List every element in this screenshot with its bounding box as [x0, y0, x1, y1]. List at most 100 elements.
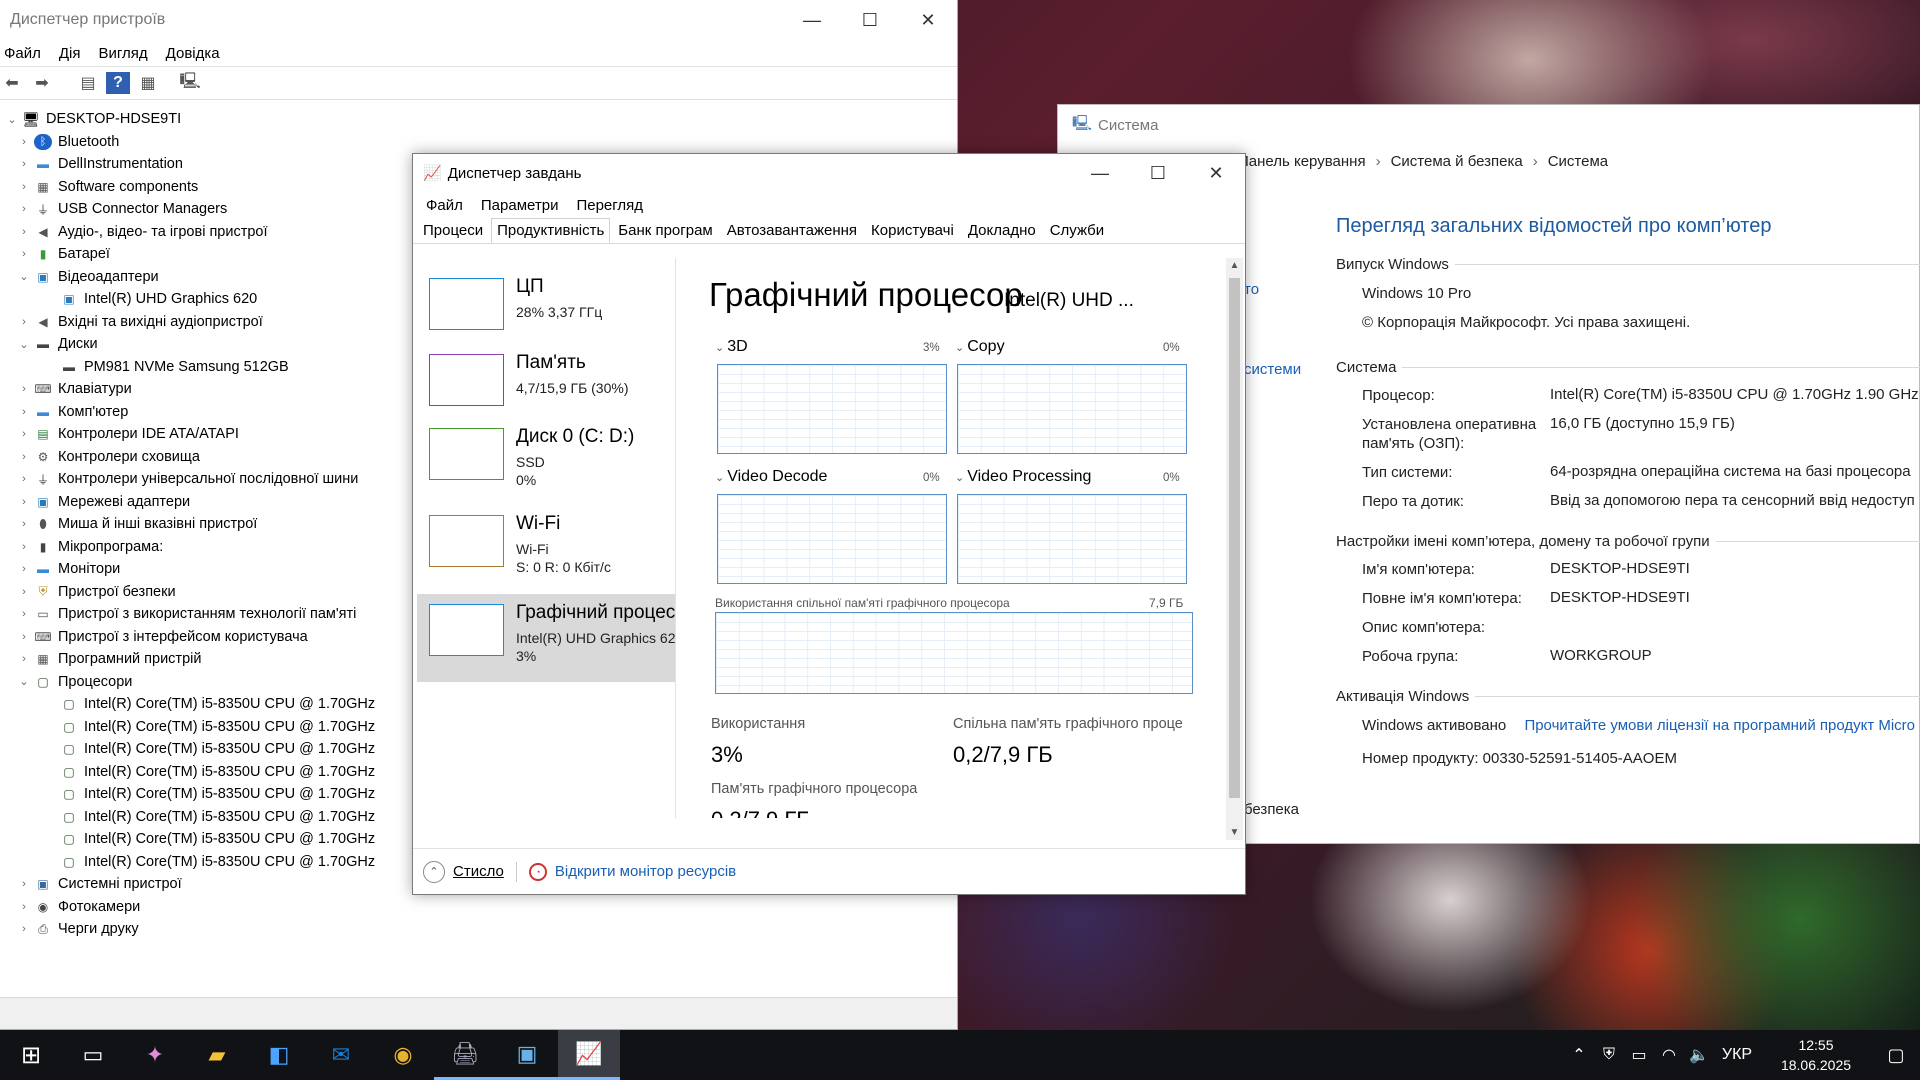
language-indicator[interactable]: УКР — [1714, 1046, 1760, 1064]
chevron-right-icon[interactable]: › — [14, 653, 34, 665]
fewer-details-button[interactable]: Стисло — [453, 863, 504, 880]
chevron-right-icon[interactable]: › — [14, 203, 34, 215]
chevron-right-icon[interactable]: › — [14, 586, 34, 598]
minimize-button[interactable]: — — [1071, 154, 1129, 192]
menu-item[interactable]: Файл — [4, 45, 50, 62]
left-nav-link[interactable]: системи — [1244, 361, 1301, 378]
chevron-right-icon[interactable]: › — [14, 248, 34, 260]
close-button[interactable]: ✕ — [1187, 154, 1245, 192]
chevron-right-icon[interactable]: › — [14, 316, 34, 328]
perf-sidebar-item[interactable]: Диск 0 (C: D:) SSD 0% — [417, 418, 675, 494]
chevron-right-icon[interactable]: › — [14, 878, 34, 890]
store-icon[interactable]: ◧ — [248, 1030, 310, 1080]
perf-sidebar-item[interactable]: ЦП 28% 3,37 ГГц — [417, 268, 675, 344]
chevron-right-icon[interactable]: › — [14, 428, 34, 440]
scroll-down-icon[interactable]: ▼ — [1226, 827, 1243, 838]
chevron-down-icon[interactable]: ⌄ — [2, 113, 22, 126]
chevron-right-icon[interactable]: › — [14, 451, 34, 463]
chevron-right-icon[interactable]: › — [14, 541, 34, 553]
system-taskbar-icon[interactable]: ▣ — [496, 1030, 558, 1080]
breadcrumb-item[interactable]: Панель керування — [1238, 153, 1366, 170]
chevron-right-icon[interactable]: › — [14, 226, 34, 238]
outlook-icon[interactable]: ✉ — [310, 1030, 372, 1080]
chevron-right-icon[interactable]: › — [14, 181, 34, 193]
chevron-down-icon[interactable]: ⌄ — [14, 270, 34, 283]
chevron-right-icon[interactable]: › — [14, 473, 34, 485]
forward-arrow-icon[interactable]: ➡ — [30, 72, 54, 94]
tab-item[interactable]: Служби — [1044, 218, 1110, 243]
engine-selector-3d[interactable]: ⌄ 3D — [715, 338, 748, 356]
chevron-right-icon[interactable]: › — [14, 496, 34, 508]
tree-category-item[interactable]: › ⎙ Черги друку — [0, 918, 956, 941]
task-manager-titlebar[interactable]: 📈 Диспетчер завдань — ☐ ✕ — [413, 154, 1245, 192]
chevron-right-icon[interactable]: › — [14, 383, 34, 395]
task-view-icon[interactable]: ▭ — [62, 1030, 124, 1080]
device-manager-taskbar-icon[interactable]: 🖨 — [434, 1030, 496, 1080]
vertical-scrollbar[interactable]: ▲ ▼ — [1226, 258, 1243, 840]
clock[interactable]: 12:55 18.06.2025 — [1760, 1035, 1872, 1075]
scan-hardware-icon[interactable]: 🖳 — [178, 72, 202, 94]
chevron-up-icon[interactable]: ⌃ — [423, 860, 445, 883]
close-button[interactable]: ✕ — [899, 0, 957, 40]
perf-sidebar-item[interactable]: Wi-Fi Wi-Fi S: 0 R: 0 Кбіт/с — [417, 505, 675, 581]
menu-item[interactable]: Дія — [50, 45, 90, 62]
speaker-icon[interactable]: 🔈 — [1684, 1045, 1714, 1065]
notifications-icon[interactable]: ▢ — [1872, 1045, 1920, 1066]
chevron-right-icon[interactable]: › — [14, 563, 34, 575]
chevron-up-icon[interactable]: ⌃ — [1564, 1045, 1594, 1065]
menu-item[interactable]: Перегляд — [567, 197, 652, 214]
properties-icon[interactable]: ▤ — [76, 72, 100, 94]
chevron-right-icon[interactable]: › — [14, 136, 34, 148]
maximize-button[interactable]: ☐ — [1129, 154, 1187, 192]
chevron-right-icon[interactable]: › — [14, 518, 34, 530]
chevron-down-icon[interactable]: ⌄ — [14, 675, 34, 688]
tab-item[interactable]: Продуктивність — [491, 218, 611, 243]
breadcrumb-item[interactable]: Система й безпека — [1391, 153, 1523, 170]
engine-selector-video-processing[interactable]: ⌄ Video Processing — [955, 468, 1091, 486]
back-arrow-icon[interactable]: ⬅ — [0, 72, 24, 94]
menu-item[interactable]: Вигляд — [90, 45, 157, 62]
engine-selector-copy[interactable]: ⌄ Copy — [955, 338, 1005, 356]
perf-sidebar-item[interactable]: Графічний процесор 0 Intel(R) UHD Graphic… — [417, 594, 675, 682]
chevron-right-icon[interactable]: › — [14, 406, 34, 418]
minimize-button[interactable]: — — [783, 0, 841, 40]
chevron-right-icon[interactable]: › — [14, 608, 34, 620]
file-explorer-icon[interactable]: ▰ — [186, 1030, 248, 1080]
tab-item[interactable]: Процеси — [417, 218, 489, 243]
menu-item[interactable]: Параметри — [472, 197, 568, 214]
chevron-down-icon[interactable]: ⌄ — [14, 338, 34, 351]
tab-item[interactable]: Користувачі — [865, 218, 960, 243]
tab-item[interactable]: Банк програм — [612, 218, 718, 243]
wifi-icon[interactable]: ◠ — [1654, 1045, 1684, 1065]
start-windows-icon[interactable]: ⊞ — [0, 1030, 62, 1080]
chevron-right-icon[interactable]: › — [14, 631, 34, 643]
security-icon[interactable]: ⛨ — [1594, 1046, 1624, 1064]
tree-root[interactable]: ⌄ 🖥 DESKTOP-HDSE9TI — [0, 108, 956, 131]
menu-item[interactable]: Файл — [417, 197, 472, 214]
device-manager-titlebar[interactable]: Диспетчер пристроїв — ☐ ✕ — [0, 0, 957, 40]
chevron-right-icon[interactable]: › — [14, 158, 34, 170]
breadcrumb-item[interactable]: Система — [1548, 153, 1608, 170]
chevron-right-icon[interactable]: › — [14, 923, 34, 935]
left-nav-link[interactable]: безпека — [1244, 801, 1299, 818]
open-resource-monitor-link[interactable]: Відкрити монітор ресурсів — [555, 863, 736, 880]
scroll-thumb[interactable] — [1229, 278, 1240, 798]
engine-selector-video-decode[interactable]: ⌄ Video Decode — [715, 468, 827, 486]
chevron-right-icon[interactable]: › — [14, 901, 34, 913]
tree-category-item[interactable]: › ᛒ Bluetooth — [0, 131, 956, 154]
license-link[interactable]: Прочитайте умови ліцензії на програмний … — [1524, 717, 1915, 734]
scroll-up-icon[interactable]: ▲ — [1226, 260, 1243, 271]
chrome-icon[interactable]: ◉ — [372, 1030, 434, 1080]
maximize-button[interactable]: ☐ — [841, 0, 899, 40]
tab-item[interactable]: Докладно — [962, 218, 1042, 243]
perf-sidebar-item[interactable]: Пам'ять 4,7/15,9 ГБ (30%) — [417, 344, 675, 420]
menu-item[interactable]: Довідка — [157, 45, 229, 62]
left-nav-link[interactable]: то — [1244, 281, 1259, 298]
copilot-icon[interactable]: ✦ — [124, 1030, 186, 1080]
task-manager-taskbar-icon[interactable]: 📈 — [558, 1030, 620, 1080]
system-titlebar[interactable]: 🖳 Система — [1058, 105, 1919, 145]
view-icon[interactable]: ▦ — [136, 72, 160, 94]
battery-icon[interactable]: ▭ — [1624, 1045, 1654, 1065]
tree-category-item[interactable]: › ◉ Фотокамери — [0, 896, 956, 919]
tab-item[interactable]: Автозавантаження — [721, 218, 863, 243]
